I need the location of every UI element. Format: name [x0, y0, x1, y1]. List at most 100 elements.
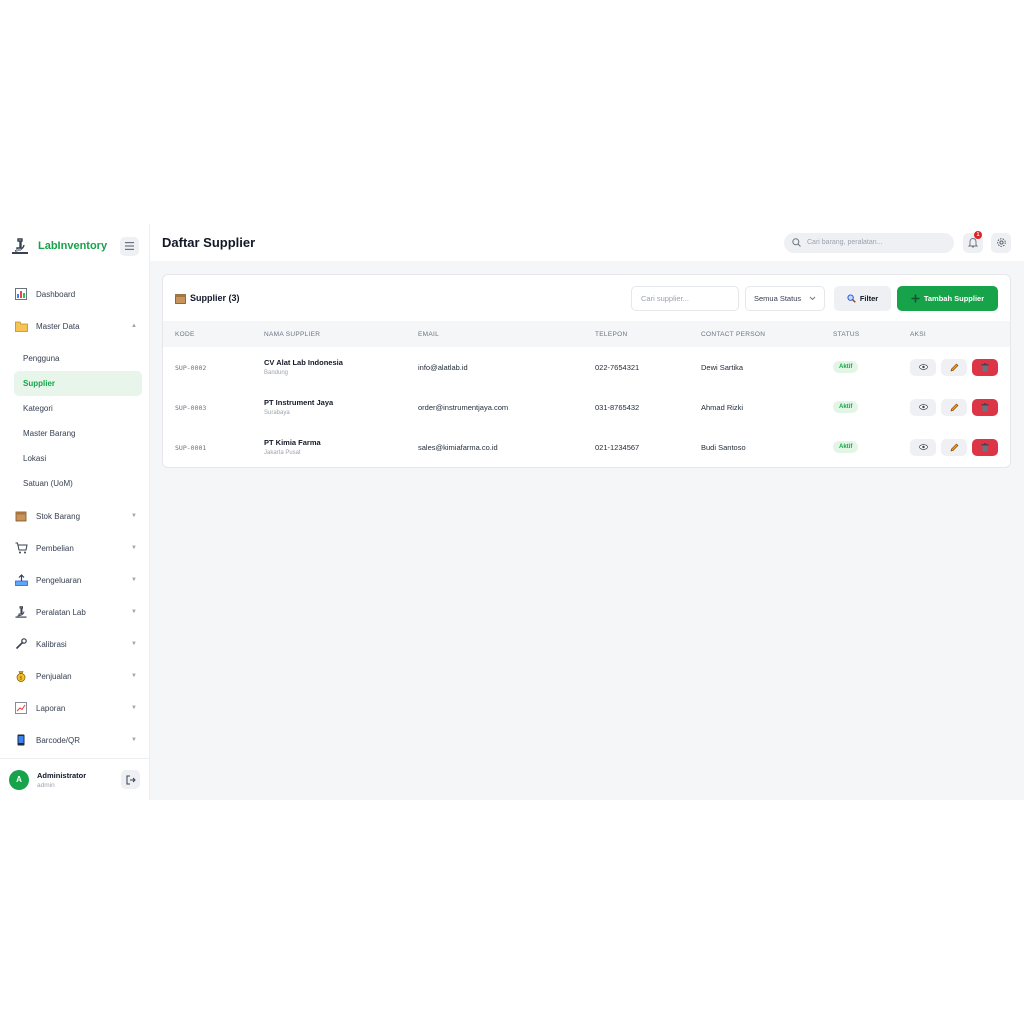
trash-icon	[981, 362, 989, 371]
supplier-phone: 021-1234567	[595, 442, 640, 452]
filter-button-label: Filter	[859, 293, 879, 303]
box-icon	[14, 509, 28, 523]
chevron-down-icon: ▼	[131, 609, 137, 615]
sidebar-item-peralatan-lab[interactable]: Peralatan Lab ▼	[0, 596, 149, 628]
sidebar-item-pembelian[interactable]: Pembelian ▼	[0, 532, 149, 564]
chevron-up-icon: ▲	[131, 323, 137, 329]
sidebar-subitem-pengguna[interactable]: Pengguna	[14, 346, 142, 371]
eye-icon	[918, 404, 928, 410]
menu-toggle-button[interactable]	[120, 236, 139, 256]
eye-icon	[918, 444, 928, 450]
supplier-code: SUP-0003	[175, 403, 207, 412]
supplier-phone: 031-8765432	[595, 402, 640, 412]
sidebar: LabInventory Dashboard Master Data ▲ Pen…	[0, 224, 150, 800]
sidebar-item-barcode-qr[interactable]: Barcode/QR ▼	[0, 724, 149, 756]
supplier-phone: 022-7654321	[595, 362, 640, 372]
brand-name: LabInventory	[38, 240, 108, 252]
sidebar-item-penjualan[interactable]: $ Penjualan ▼	[0, 660, 149, 692]
edit-button[interactable]	[941, 398, 967, 416]
supplier-name: PT Instrument Jaya	[264, 398, 334, 407]
supplier-email: sales@kimiafarma.co.id	[418, 442, 498, 452]
plus-icon	[911, 294, 920, 303]
status-badge: Aktif	[833, 441, 859, 453]
sidebar-item-label: Kalibrasi	[36, 639, 67, 649]
status-filter-select[interactable]: Semua Status	[745, 285, 825, 311]
sidebar-item-laporan[interactable]: Laporan ▼	[0, 692, 149, 724]
supplier-code: SUP-0001	[175, 443, 207, 452]
table-header-row: KODE NAMA SUPPLIER EMAIL TELEPON CONTACT…	[163, 321, 1010, 347]
column-header-status: STATUS	[833, 330, 860, 338]
sidebar-subitem-supplier[interactable]: Supplier	[14, 371, 142, 396]
user-role: admin	[37, 781, 55, 789]
supplier-contact: Budi Santoso	[701, 442, 746, 452]
sidebar-item-label: Barcode/QR	[36, 735, 81, 745]
card-title: Supplier (3)	[175, 293, 631, 304]
card-header: Supplier (3) Cari supplier... Semua Stat…	[163, 275, 1010, 321]
folder-icon	[14, 319, 28, 333]
column-header-aksi: AKSI	[910, 330, 927, 338]
bell-icon	[968, 238, 978, 248]
supplier-code: SUP-0002	[175, 363, 207, 372]
settings-button[interactable]	[991, 232, 1011, 253]
sidebar-item-kalibrasi[interactable]: Kalibrasi ▼	[0, 628, 149, 660]
global-search-input[interactable]: Cari barang, peralatan...	[784, 232, 954, 253]
chevron-down-icon: ▼	[131, 737, 137, 743]
supplier-search-input[interactable]: Cari supplier...	[631, 285, 739, 311]
delete-button[interactable]	[972, 398, 998, 416]
svg-text:$: $	[19, 676, 22, 682]
user-name: Administrator	[37, 770, 87, 780]
table-row: SUP-0002 CV Alat Lab Indonesia Bandung in…	[163, 347, 1010, 387]
delete-button[interactable]	[972, 358, 998, 376]
sidebar-item-dashboard[interactable]: Dashboard	[0, 278, 149, 310]
view-button[interactable]	[910, 398, 936, 416]
master-data-submenu: Pengguna Supplier Kategori Master Barang…	[0, 342, 149, 500]
magnifier-icon	[847, 293, 856, 303]
notifications-button[interactable]: 1	[963, 230, 983, 253]
sidebar-item-label: Pembelian	[36, 543, 74, 553]
table-row: SUP-0003 PT Instrument Jaya Surabaya orde…	[163, 387, 1010, 427]
box-icon	[175, 293, 186, 304]
column-header-contact: CONTACT PERSON	[701, 330, 766, 338]
view-button[interactable]	[910, 438, 936, 456]
edit-button[interactable]	[941, 438, 967, 456]
trash-icon	[981, 402, 989, 411]
chevron-down-icon	[809, 296, 816, 300]
status-filter-value: Semua Status	[754, 293, 802, 303]
page-title: Daftar Supplier	[162, 235, 256, 250]
chevron-down-icon: ▼	[131, 577, 137, 583]
cart-icon	[14, 541, 28, 555]
column-header-email: EMAIL	[418, 330, 440, 338]
status-badge: Aktif	[833, 361, 859, 373]
sidebar-item-stok-barang[interactable]: Stok Barang ▼	[0, 500, 149, 532]
edit-button[interactable]	[941, 358, 967, 376]
supplier-name: PT Kimia Farma	[264, 438, 321, 447]
row-actions	[910, 438, 1010, 456]
sidebar-subitem-satuan[interactable]: Satuan (UoM)	[14, 471, 142, 496]
delete-button[interactable]	[972, 438, 998, 456]
sidebar-item-pengeluaran[interactable]: Pengeluaran ▼	[0, 564, 149, 596]
supplier-city: Bandung	[264, 370, 289, 376]
sidebar-item-label: Pengeluaran	[36, 575, 82, 585]
sidebar-subitem-master-barang[interactable]: Master Barang	[14, 421, 142, 446]
gear-icon	[996, 238, 1006, 247]
view-button[interactable]	[910, 358, 936, 376]
sidebar-item-label: Penjualan	[36, 671, 72, 681]
column-header-nama: NAMA SUPPLIER	[264, 330, 321, 338]
supplier-city: Surabaya	[264, 410, 290, 416]
filter-button[interactable]: Filter	[834, 285, 891, 311]
pencil-icon	[950, 443, 958, 451]
hamburger-icon	[125, 242, 134, 250]
supplier-email: order@instrumentjaya.com	[418, 402, 509, 412]
sidebar-item-master-data[interactable]: Master Data ▲	[0, 310, 149, 342]
eye-icon	[918, 364, 928, 370]
add-supplier-button[interactable]: Tambah Supplier	[897, 285, 998, 311]
sidebar-item-label: Laporan	[36, 703, 66, 713]
microscope-logo-icon	[10, 236, 30, 256]
trash-icon	[981, 442, 989, 451]
logout-button[interactable]	[121, 770, 140, 789]
column-header-telepon: TELEPON	[595, 330, 628, 338]
global-search-placeholder: Cari barang, peralatan...	[807, 239, 883, 246]
add-supplier-label: Tambah Supplier	[923, 293, 985, 303]
sidebar-subitem-kategori[interactable]: Kategori	[14, 396, 142, 421]
sidebar-subitem-lokasi[interactable]: Lokasi	[14, 446, 142, 471]
